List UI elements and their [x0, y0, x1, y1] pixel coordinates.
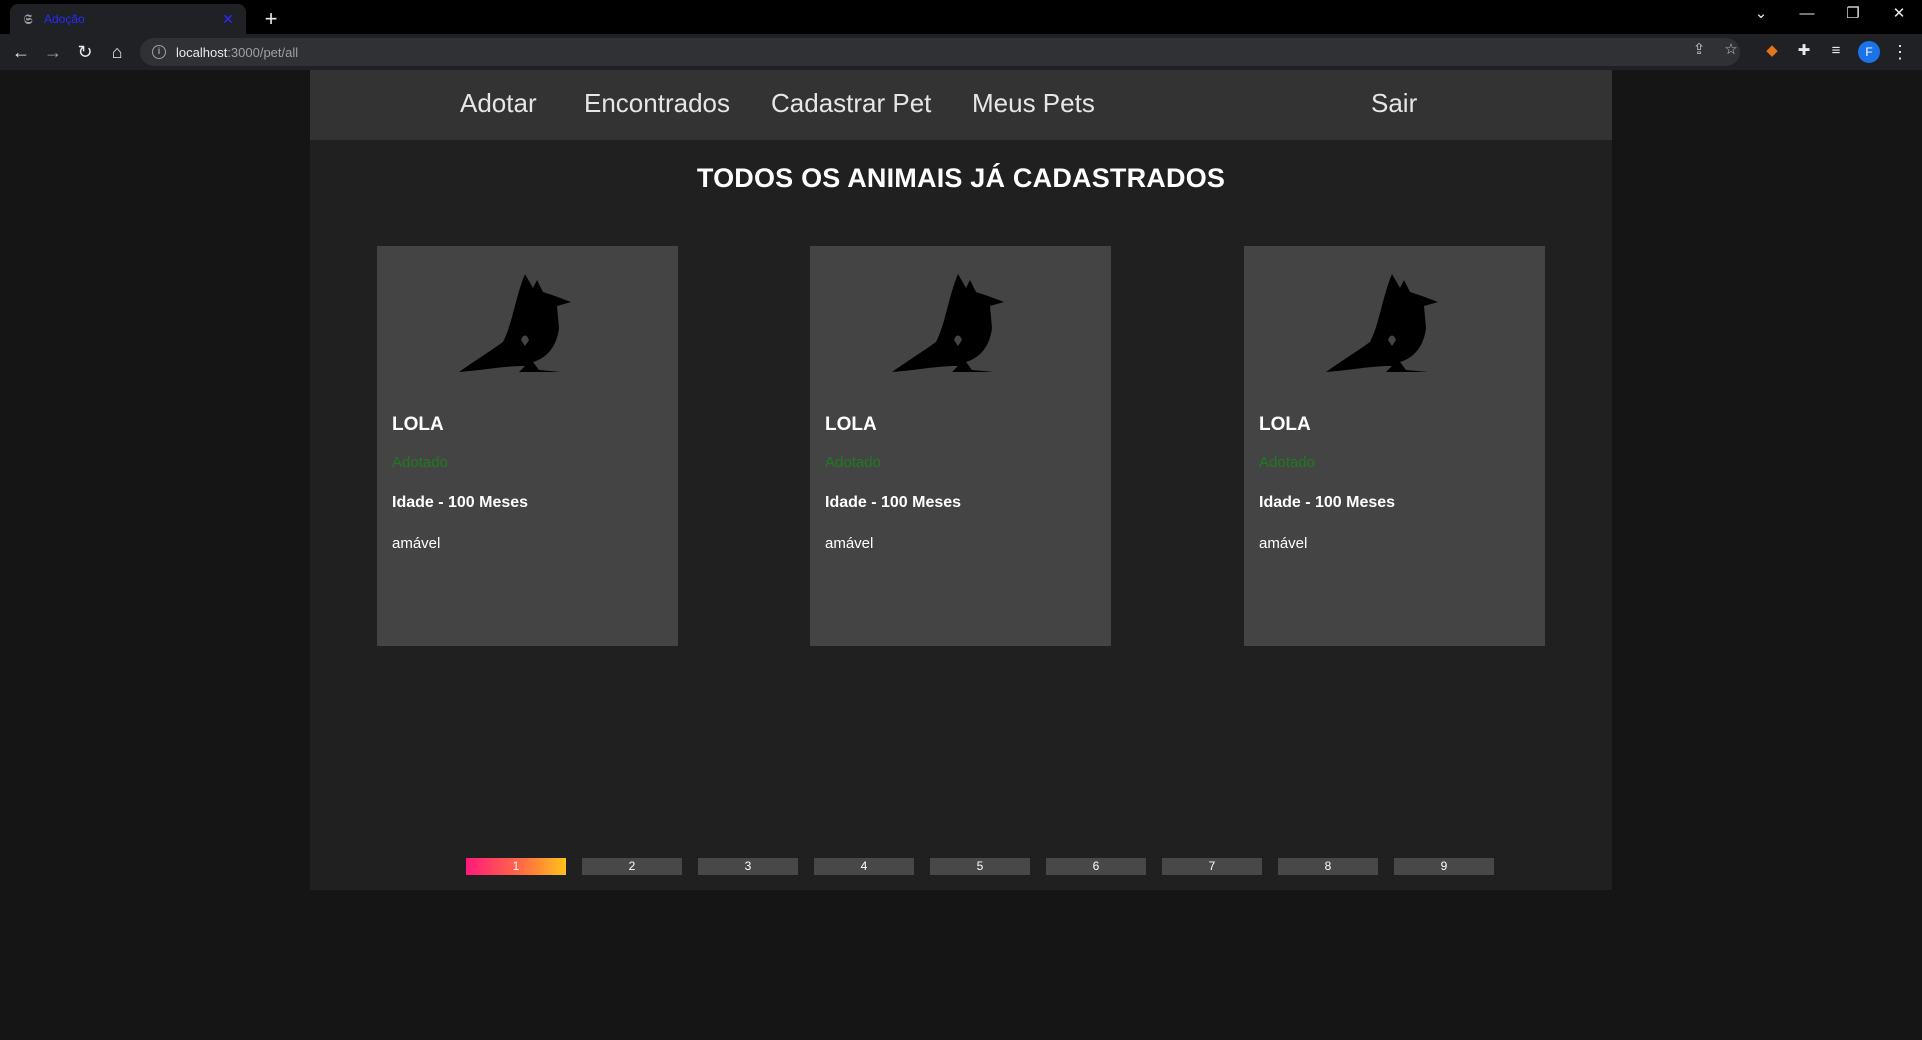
- browser-menu-icon[interactable]: ⋮: [1890, 41, 1910, 63]
- minimize-button[interactable]: —: [1784, 0, 1830, 30]
- profile-avatar[interactable]: F: [1858, 41, 1880, 63]
- page-button-1[interactable]: 1: [466, 858, 566, 875]
- bookmark-star-icon[interactable]: ☆: [1720, 39, 1742, 61]
- page-button-4[interactable]: 4: [814, 858, 914, 875]
- nav-link-encontrados[interactable]: Encontrados: [584, 88, 730, 119]
- page-button-3[interactable]: 3: [698, 858, 798, 875]
- close-window-button[interactable]: ✕: [1876, 0, 1922, 30]
- top-navbar: Adotar Encontrados Cadastrar Pet Meus Pe…: [310, 70, 1612, 140]
- metamask-extension-icon[interactable]: ◆: [1762, 41, 1782, 61]
- pet-age: Idade - 100 Meses: [392, 494, 529, 511]
- url-path: :3000/pet/all: [227, 44, 299, 60]
- page-button-6[interactable]: 6: [1046, 858, 1146, 875]
- browser-tab-strip: 𝕾 Adoção ✕ + ⌄ — ❐ ✕: [0, 0, 1922, 34]
- share-icon[interactable]: ⇪: [1688, 39, 1710, 61]
- bird-icon: [892, 274, 1004, 372]
- browser-tab[interactable]: 𝕾 Adoção ✕: [10, 4, 246, 34]
- page-title: TODOS OS ANIMAIS JÁ CADASTRADOS: [696, 163, 1226, 193]
- page-container: Adotar Encontrados Cadastrar Pet Meus Pe…: [310, 70, 1612, 890]
- close-tab-icon[interactable]: ✕: [220, 11, 236, 28]
- browser-toolbar: ← → ↻ ⌂ i localhost:3000/pet/all ⇪ ☆ ◆ ✚…: [0, 34, 1922, 70]
- back-button[interactable]: ←: [8, 39, 34, 65]
- bird-icon: [459, 274, 571, 372]
- pet-status: Adotado: [392, 454, 448, 471]
- pet-description: amável: [1259, 535, 1308, 552]
- pet-card[interactable]: LOLA Adotado Idade - 100 Meses amável: [377, 246, 678, 646]
- pet-age: Idade - 100 Meses: [1259, 494, 1396, 511]
- nav-link-cadastrar-pet[interactable]: Cadastrar Pet: [771, 88, 931, 119]
- home-button[interactable]: ⌂: [104, 39, 130, 65]
- extensions-puzzle-icon[interactable]: ✚: [1794, 41, 1814, 61]
- site-info-icon[interactable]: i: [152, 45, 166, 59]
- page-button-7[interactable]: 7: [1162, 858, 1262, 875]
- favicon-icon: 𝕾: [23, 11, 33, 27]
- page-button-5[interactable]: 5: [930, 858, 1030, 875]
- bird-icon: [1326, 274, 1438, 372]
- restore-button[interactable]: ❐: [1830, 0, 1876, 30]
- nav-link-adotar[interactable]: Adotar: [460, 88, 537, 119]
- reading-list-icon[interactable]: ≡: [1826, 41, 1846, 61]
- pet-status: Adotado: [825, 454, 881, 471]
- new-tab-button[interactable]: +: [258, 6, 284, 32]
- address-bar[interactable]: i localhost:3000/pet/all: [140, 38, 1740, 66]
- pet-card[interactable]: LOLA Adotado Idade - 100 Meses amável: [1244, 246, 1545, 646]
- pet-name: LOLA: [825, 414, 877, 435]
- forward-button[interactable]: →: [40, 39, 66, 65]
- nav-link-sair[interactable]: Sair: [1371, 88, 1417, 119]
- page-button-8[interactable]: 8: [1278, 858, 1378, 875]
- url-host: localhost: [176, 44, 228, 60]
- pet-name: LOLA: [392, 414, 444, 435]
- pet-name: LOLA: [1259, 414, 1311, 435]
- pet-status: Adotado: [1259, 454, 1315, 471]
- pet-description: amável: [825, 535, 874, 552]
- tab-title: Adoção: [44, 12, 85, 26]
- nav-link-meus-pets[interactable]: Meus Pets: [972, 88, 1095, 119]
- page-button-9[interactable]: 9: [1394, 858, 1494, 875]
- page-button-2[interactable]: 2: [582, 858, 682, 875]
- tab-search-icon[interactable]: ⌄: [1738, 0, 1784, 30]
- pet-age: Idade - 100 Meses: [825, 494, 962, 511]
- pet-description: amável: [392, 535, 441, 552]
- pet-card[interactable]: LOLA Adotado Idade - 100 Meses amável: [810, 246, 1111, 646]
- reload-button[interactable]: ↻: [72, 39, 98, 65]
